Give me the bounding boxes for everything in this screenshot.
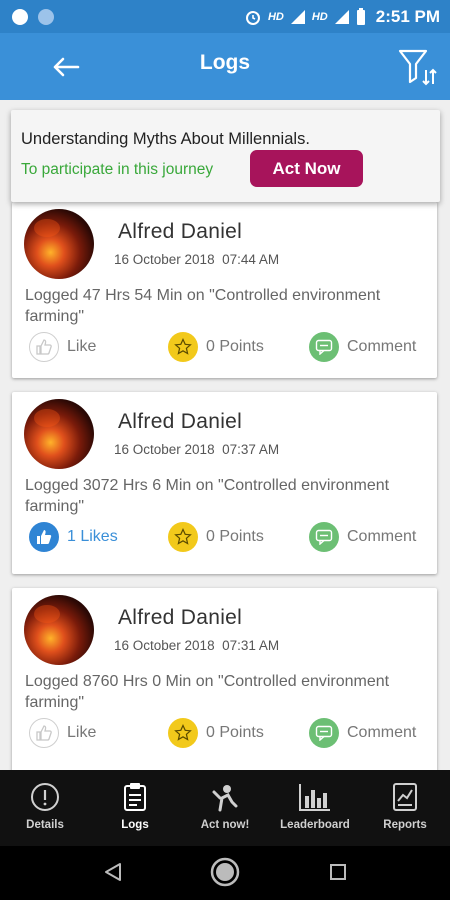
nav-item-reports[interactable]: Reports	[360, 770, 450, 846]
nav-item-details[interactable]: Details	[0, 770, 90, 846]
user-name: Alfred Daniel	[118, 606, 243, 629]
log-datetime: 16 October 2018 07:31 AM	[114, 638, 279, 653]
banner-subtitle: To participate in this journey	[21, 161, 214, 178]
star-icon	[168, 718, 198, 748]
points-display: 0 Points	[168, 521, 264, 553]
points-label: 0 Points	[206, 724, 264, 741]
nav-label-leaderboard: Leaderboard	[280, 819, 350, 831]
filter-sort-icon	[398, 49, 437, 86]
info-icon	[31, 783, 59, 811]
log-text: Logged 3072 Hrs 6 Min on "Controlled env…	[25, 477, 390, 515]
telegram-icon	[12, 8, 28, 25]
person-action-icon	[212, 785, 238, 812]
alarm-icon	[245, 10, 260, 25]
nav-item-act-now[interactable]: Act now!	[180, 770, 270, 846]
like-button[interactable]: 1 Likes	[29, 521, 118, 553]
log-time: 07:37 AM	[222, 442, 280, 457]
system-back-button[interactable]	[98, 857, 128, 887]
avatar	[24, 399, 94, 469]
notification-dot-icon	[38, 8, 54, 25]
log-datetime: 16 October 2018 07:44 AM	[114, 252, 279, 267]
system-recents-button[interactable]	[323, 857, 353, 887]
points-label: 0 Points	[206, 528, 264, 545]
nav-item-logs[interactable]: Logs	[90, 770, 180, 846]
log-date: 16 October 2018	[114, 252, 215, 267]
page-title: Logs	[199, 51, 251, 74]
bar-chart-icon	[299, 784, 330, 811]
battery-icon	[356, 7, 365, 25]
comment-button[interactable]: Comment	[309, 521, 416, 553]
log-card: Alfred Daniel 16 October 2018 07:37 AM L…	[12, 392, 437, 574]
filter-sort-button[interactable]	[396, 45, 440, 89]
status-bar: HD HD 2:51 PM	[0, 0, 450, 33]
log-time: 07:31 AM	[222, 638, 280, 653]
comment-button[interactable]: Comment	[309, 717, 416, 749]
nav-label-reports: Reports	[383, 819, 427, 831]
user-name: Alfred Daniel	[118, 410, 243, 433]
square-recents-icon	[330, 864, 346, 880]
like-label: Like	[67, 338, 97, 355]
clipboard-icon	[124, 783, 146, 811]
log-card: Alfred Daniel 16 October 2018 07:44 AM L…	[12, 202, 437, 378]
thumbs-up-icon	[29, 718, 59, 748]
like-button[interactable]: Like	[29, 717, 96, 749]
journey-banner: Understanding Myths About Millennials. T…	[11, 110, 440, 202]
triangle-back-icon	[105, 863, 121, 881]
network-type-2: HD	[311, 10, 328, 23]
report-icon	[393, 783, 417, 811]
comment-icon	[309, 332, 339, 362]
like-label: Like	[67, 724, 97, 741]
comment-icon	[309, 718, 339, 748]
comment-label: Comment	[347, 724, 417, 741]
points-display: 0 Points	[168, 717, 264, 749]
like-button[interactable]: Like	[29, 331, 96, 363]
bottom-nav: Details Logs Act now! Leaderboard Report…	[0, 770, 450, 846]
signal-icon-2	[334, 9, 349, 24]
log-date: 16 October 2018	[114, 638, 215, 653]
log-text: Logged 47 Hrs 54 Min on "Controlled envi…	[25, 287, 381, 325]
signal-icon	[290, 9, 305, 24]
comment-icon	[309, 522, 339, 552]
network-type-1: HD	[267, 10, 284, 23]
log-text: Logged 8760 Hrs 0 Min on "Controlled env…	[25, 673, 390, 711]
star-icon	[168, 522, 198, 552]
comment-label: Comment	[347, 338, 417, 355]
nav-label-logs: Logs	[121, 819, 149, 831]
comment-label: Comment	[347, 528, 417, 545]
star-icon	[168, 332, 198, 362]
avatar	[24, 595, 94, 665]
clock: 2:51 PM	[375, 6, 440, 26]
points-label: 0 Points	[206, 338, 264, 355]
thumbs-up-icon	[29, 522, 59, 552]
nav-label-act-now: Act now!	[200, 819, 250, 831]
log-datetime: 16 October 2018 07:37 AM	[114, 442, 279, 457]
home-circle-icon	[210, 857, 240, 887]
banner-title: Understanding Myths About Millennials.	[21, 130, 310, 148]
act-now-button[interactable]: Act Now	[250, 150, 363, 187]
comment-button[interactable]: Comment	[309, 331, 416, 363]
log-card: Alfred Daniel 16 October 2018 07:31 AM L…	[12, 588, 437, 770]
avatar	[24, 209, 94, 279]
system-home-button[interactable]	[210, 857, 240, 887]
nav-label-details: Details	[26, 819, 64, 831]
log-time: 07:44 AM	[222, 252, 280, 267]
system-nav-bar	[0, 846, 450, 900]
like-label: 1 Likes	[67, 528, 118, 545]
points-display: 0 Points	[168, 331, 264, 363]
nav-item-leaderboard[interactable]: Leaderboard	[270, 770, 360, 846]
app-bar: Logs	[0, 33, 450, 100]
log-date: 16 October 2018	[114, 442, 215, 457]
user-name: Alfred Daniel	[118, 220, 243, 243]
thumbs-up-icon	[29, 332, 59, 362]
